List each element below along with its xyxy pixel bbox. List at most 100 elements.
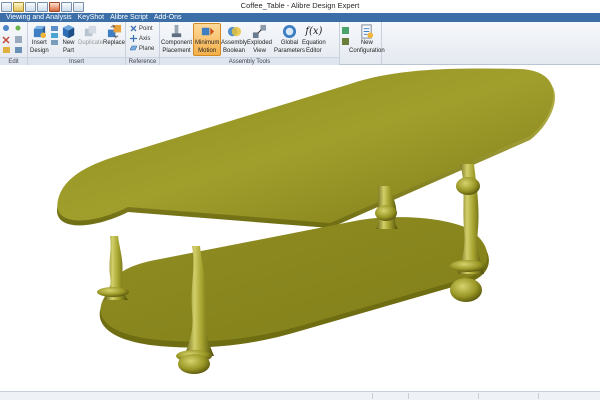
ribbon: Edit Insert Design New Part Duplicate Re… [0, 22, 600, 65]
bottom-shelf-group [99, 217, 489, 348]
equation-editor-button[interactable]: f(x) Equation Editor [302, 24, 326, 54]
exploded-view-label-2: View [253, 47, 266, 54]
coffee-table-model[interactable] [0, 66, 600, 391]
tab-add-ons[interactable]: Add-Ons [151, 13, 185, 22]
shelf-surface [100, 217, 488, 342]
status-cell-2 [408, 393, 478, 399]
back-right-leg-ring [450, 260, 486, 272]
group-label-assembly-tools: Assembly Tools [160, 57, 339, 65]
options-icon[interactable] [73, 1, 84, 12]
add-icon[interactable] [15, 25, 21, 31]
insert-small-icons [51, 26, 58, 45]
insert-small-icon-3[interactable] [51, 40, 58, 45]
status-bar [0, 391, 600, 400]
front-left-leg-ring [97, 287, 129, 297]
global-parameters-button[interactable]: Global Parameters [274, 24, 305, 54]
tabletop-group [56, 68, 556, 229]
assembly-boolean-button[interactable]: Assembly Boolean [221, 24, 247, 54]
status-cell-1 [372, 393, 408, 399]
point-button[interactable]: Point [130, 25, 153, 32]
edit-tools-icons[interactable] [0, 22, 28, 56]
group-label-insert: Insert [28, 57, 125, 65]
plane-label: Plane [139, 45, 155, 52]
parameters-icon [282, 24, 297, 39]
front-center-foot [178, 354, 210, 374]
open-folder-icon[interactable] [13, 1, 24, 12]
tabletop-surface [57, 68, 554, 224]
insert-design-label-1: Insert [31, 40, 47, 46]
equation-editor-label-1: Equation [302, 40, 326, 46]
duplicate-label: Duplicate [78, 40, 104, 46]
print-icon[interactable] [37, 1, 48, 12]
group-label-reference: Reference [126, 57, 159, 65]
front-left-leg [97, 236, 129, 300]
plane-button[interactable]: Plane [130, 45, 154, 52]
undo-icon[interactable] [49, 1, 60, 12]
design-viewport[interactable] [0, 66, 600, 391]
save-icon[interactable] [25, 1, 36, 12]
back-left-leg-knob [375, 205, 397, 221]
equation-icon: f(x) [305, 26, 323, 37]
component-placement-label-2: Placement [162, 47, 191, 54]
global-parameters-label-1: Global [280, 40, 299, 46]
ribbon-group-insert: Insert Design New Part Duplicate Replace… [28, 22, 126, 65]
component-placement-button[interactable]: Component Placement [161, 24, 192, 54]
replace-label: Replace [103, 40, 126, 46]
suppress-icon[interactable] [3, 47, 10, 53]
exploded-view-button[interactable]: Exploded View [247, 24, 272, 54]
insert-small-icon-2[interactable] [51, 33, 58, 38]
gear-cube-icon [33, 25, 46, 39]
new-configuration-label-2: Configuration [349, 47, 385, 54]
quick-access-toolbar [0, 1, 84, 12]
new-part-button[interactable]: New Part [61, 24, 76, 54]
assembly-boolean-label-1: Assembly [221, 40, 248, 46]
insert-design-button[interactable]: Insert Design [30, 24, 49, 54]
configuration-icon [361, 24, 374, 39]
insert-small-icon-1[interactable] [51, 26, 58, 31]
unsuppress-icon[interactable] [15, 47, 22, 53]
exploded-view-label-1: Exploded [247, 40, 273, 46]
plane-icon [130, 45, 137, 51]
component-placement-label-1: Component [161, 40, 193, 46]
new-part-label-2: Part [62, 47, 74, 54]
global-parameters-label-2: Parameters [274, 47, 306, 54]
minimum-motion-button[interactable]: Minimum Motion [193, 23, 222, 56]
minimum-motion-label-2: Motion [198, 47, 217, 54]
group-label-edit: Edit [0, 57, 27, 65]
window-title: Coffee_Table - Alibre Design Expert [240, 1, 360, 10]
back-right-leg-knob [456, 177, 480, 195]
select-icon[interactable] [3, 25, 9, 31]
replace-button[interactable]: Replace [103, 24, 125, 47]
delete-icon[interactable] [2, 36, 10, 44]
point-label: Point [139, 25, 153, 32]
redo-icon[interactable] [61, 1, 72, 12]
ribbon-group-assembly-tools: Component Placement Minimum Motion Assem… [160, 22, 340, 65]
axis-button[interactable]: Axis [130, 35, 150, 42]
explode-icon [252, 24, 267, 39]
axis-label: Axis [139, 35, 151, 42]
title-bar: Coffee_Table - Alibre Design Expert [0, 0, 600, 13]
point-icon [130, 25, 137, 32]
back-right-foot [450, 278, 482, 302]
tab-keyshot[interactable]: KeyShot [75, 13, 107, 22]
tab-alibre-script[interactable]: Alibre Script [107, 13, 151, 22]
placement-icon [171, 24, 182, 38]
boolean-icon [227, 26, 241, 37]
new-configuration-button[interactable]: New Configuration [349, 24, 385, 54]
ribbon-group-edit: Edit [0, 22, 28, 65]
cube-icon [62, 24, 75, 39]
equation-editor-label-2: Editor [306, 47, 322, 54]
axis-icon [130, 35, 137, 42]
new-file-icon[interactable] [1, 1, 12, 12]
assembly-boolean-label-2: Boolean [222, 47, 246, 54]
tab-viewing-and-analysis[interactable]: Viewing and Analysis [0, 13, 75, 22]
config-small-icon-2[interactable] [342, 38, 349, 45]
duplicate-button[interactable]: Duplicate [78, 24, 103, 47]
replace-icon [107, 24, 121, 39]
properties-icon[interactable] [15, 36, 22, 43]
ribbon-tab-bar: Viewing and Analysis KeyShot Alibre Scri… [0, 13, 600, 22]
config-small-icon-1[interactable] [342, 27, 349, 34]
ribbon-group-reference: Point Axis Plane Reference [126, 22, 160, 65]
ribbon-group-configuration: New Configuration [340, 22, 385, 65]
minimum-motion-label-1: Minimum [195, 40, 220, 46]
